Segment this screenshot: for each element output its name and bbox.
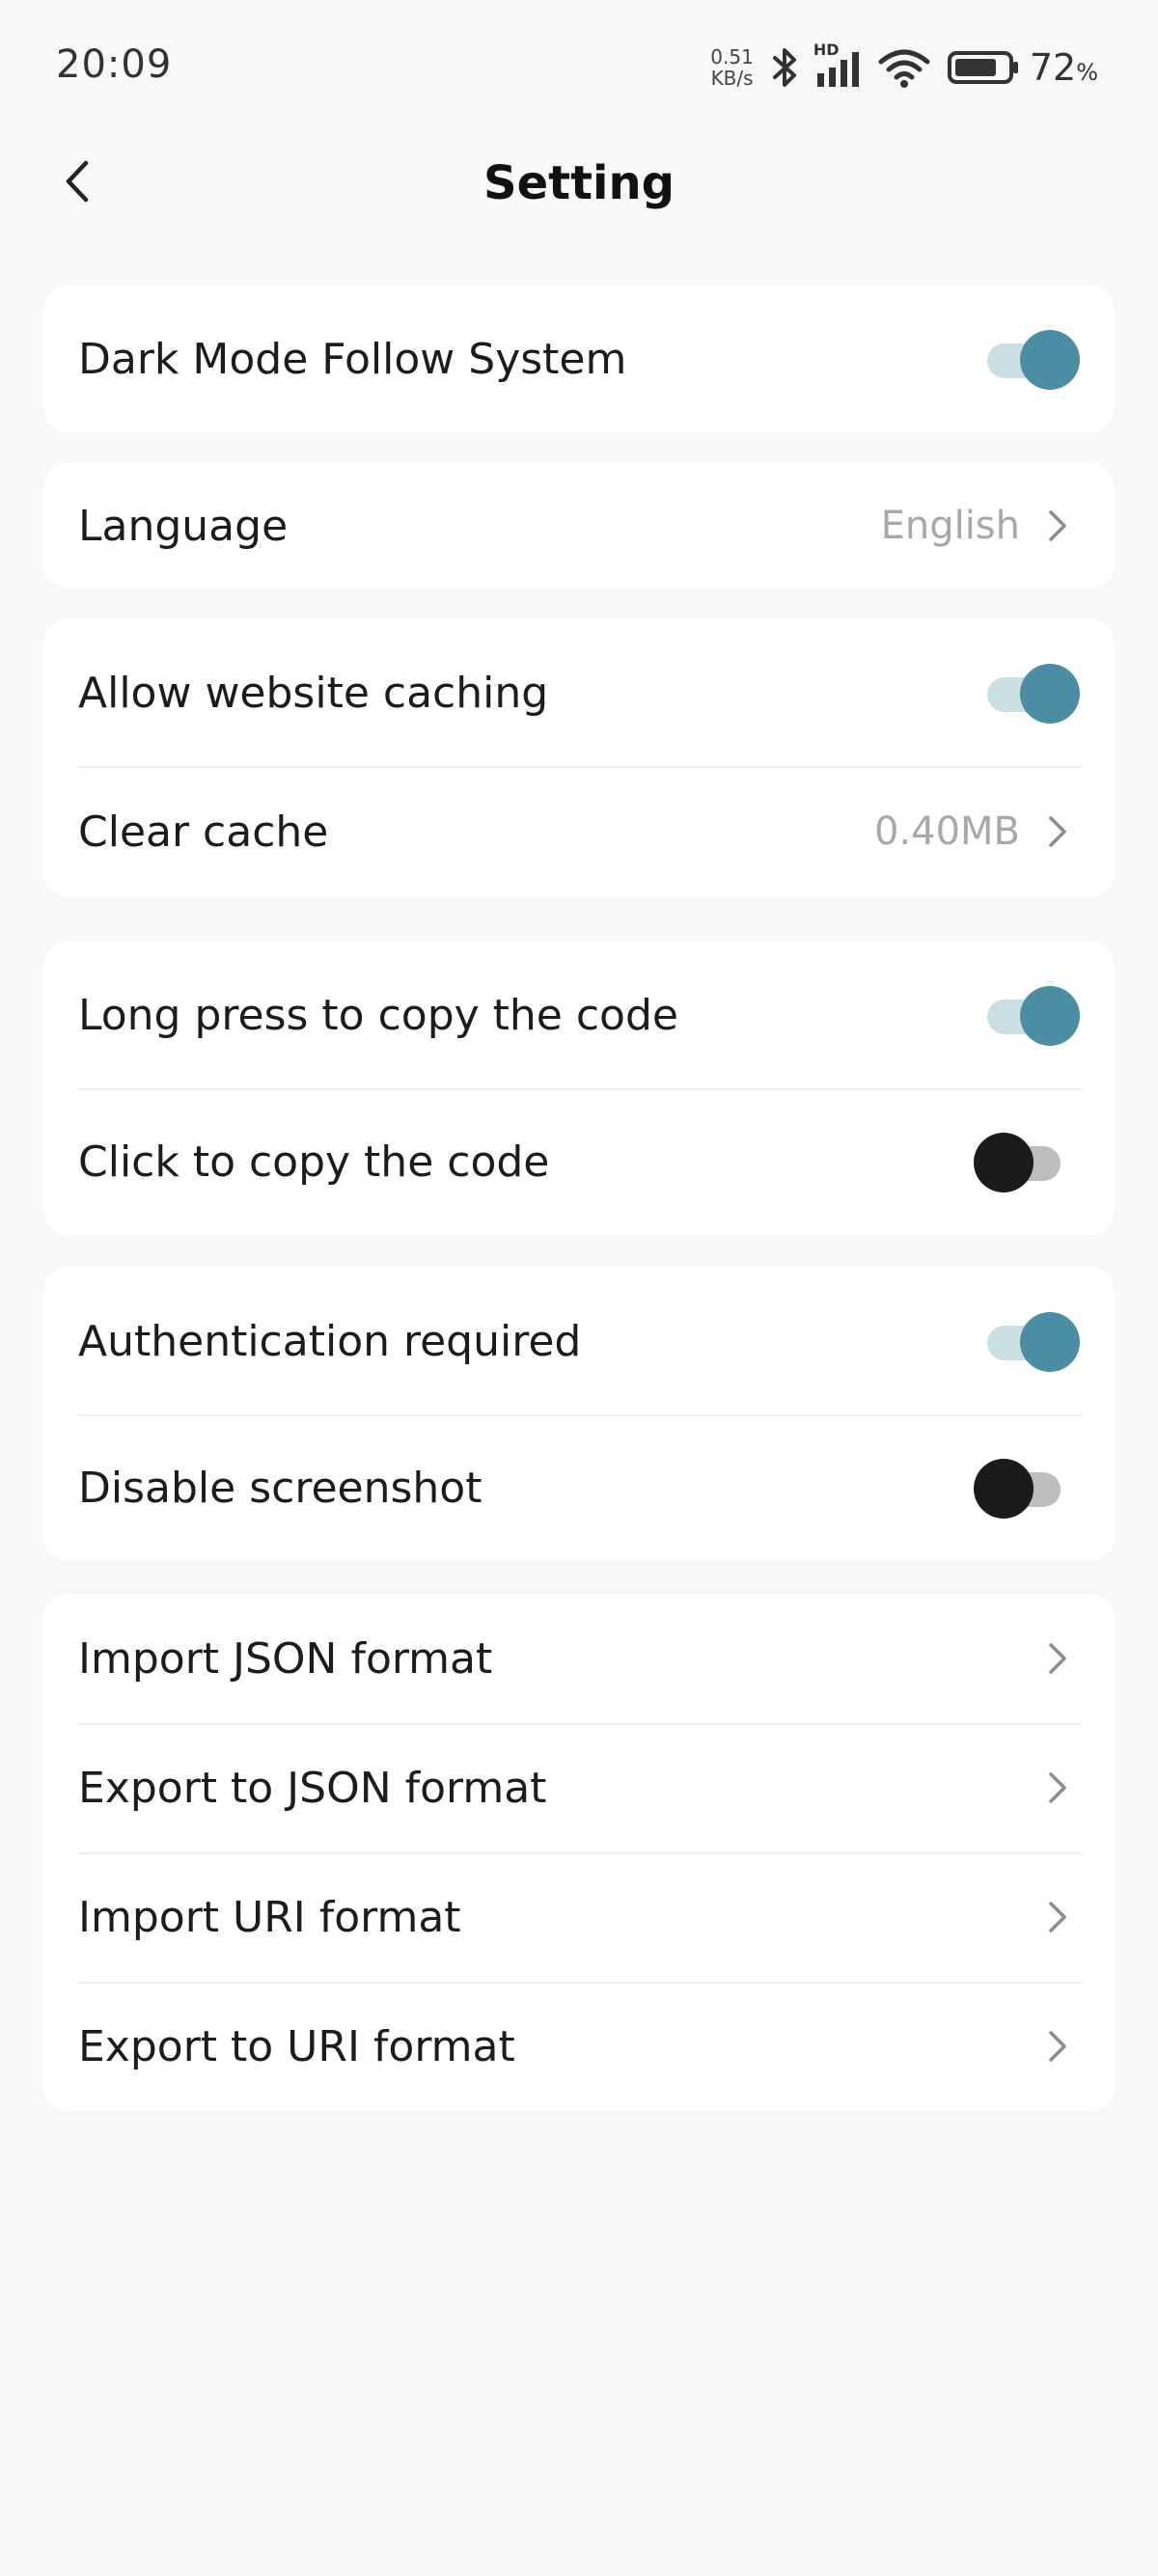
authentication-toggle[interactable] bbox=[979, 1310, 1080, 1372]
toggle-knob bbox=[1020, 1312, 1080, 1372]
dark-mode-row: Dark Mode Follow System bbox=[43, 286, 1115, 432]
chevron-right-icon bbox=[1043, 1898, 1072, 1936]
export-json-row[interactable]: Export to JSON format bbox=[43, 1723, 1115, 1852]
export-uri-label: Export to URI format bbox=[78, 2021, 515, 2071]
long-press-copy-row: Long press to copy the code bbox=[43, 942, 1115, 1088]
import-export-card: Import JSON format Export to JSON format… bbox=[43, 1594, 1115, 2111]
cache-card: Allow website caching Clear cache 0.40MB bbox=[43, 619, 1115, 897]
export-uri-row[interactable]: Export to URI format bbox=[43, 1982, 1115, 2111]
import-uri-row[interactable]: Import URI format bbox=[43, 1852, 1115, 1982]
bluetooth-icon bbox=[765, 44, 804, 91]
dark-mode-toggle[interactable] bbox=[979, 328, 1080, 390]
battery-value: 72 bbox=[1029, 46, 1077, 89]
click-copy-toggle[interactable] bbox=[974, 1131, 1080, 1192]
language-value: English bbox=[880, 504, 1020, 548]
status-icons: 0.51 KB/s HD 72% bbox=[710, 39, 1098, 96]
dark-mode-card: Dark Mode Follow System bbox=[43, 286, 1115, 432]
battery-icon bbox=[947, 48, 1020, 87]
long-press-copy-label: Long press to copy the code bbox=[78, 990, 678, 1040]
page-title: Setting bbox=[483, 156, 675, 210]
long-press-copy-toggle[interactable] bbox=[979, 984, 1080, 1046]
import-uri-label: Import URI format bbox=[78, 1892, 461, 1942]
disable-screenshot-label: Disable screenshot bbox=[78, 1463, 482, 1513]
network-speed-unit: KB/s bbox=[710, 67, 754, 90]
security-card: Authentication required Disable screensh… bbox=[43, 1268, 1115, 1561]
clear-cache-label: Clear cache bbox=[78, 807, 329, 857]
toggle-knob bbox=[974, 1133, 1034, 1192]
network-speed-value: 0.51 bbox=[710, 45, 754, 69]
import-json-label: Import JSON format bbox=[78, 1633, 493, 1684]
signal-icon: HD bbox=[813, 41, 868, 91]
chevron-right-icon bbox=[1043, 507, 1072, 545]
language-label: Language bbox=[78, 501, 289, 551]
click-copy-row: Click to copy the code bbox=[43, 1088, 1115, 1235]
battery-percentage: 72% bbox=[1030, 46, 1098, 89]
language-row[interactable]: Language English bbox=[43, 463, 1115, 589]
language-card: Language English bbox=[43, 463, 1115, 589]
toggle-knob bbox=[1020, 330, 1080, 390]
network-speed: 0.51 KB/s bbox=[710, 46, 754, 89]
export-json-label: Export to JSON format bbox=[78, 1763, 547, 1813]
cache-size-value: 0.40MB bbox=[873, 809, 1020, 854]
chevron-right-icon bbox=[1043, 812, 1072, 851]
import-json-row[interactable]: Import JSON format bbox=[43, 1594, 1115, 1723]
website-caching-row: Allow website caching bbox=[43, 619, 1115, 766]
wifi-icon bbox=[877, 44, 931, 91]
clear-cache-row[interactable]: Clear cache 0.40MB bbox=[43, 766, 1115, 897]
dark-mode-label: Dark Mode Follow System bbox=[78, 334, 627, 384]
battery-unit: % bbox=[1076, 59, 1098, 86]
chevron-right-icon bbox=[1043, 1639, 1072, 1678]
app-header: Setting bbox=[0, 135, 1158, 232]
disable-screenshot-toggle[interactable] bbox=[974, 1457, 1080, 1519]
disable-screenshot-row: Disable screenshot bbox=[43, 1414, 1115, 1561]
toggle-knob bbox=[1020, 986, 1080, 1046]
toggle-knob bbox=[1020, 664, 1080, 724]
status-time: 20:09 bbox=[56, 42, 173, 87]
authentication-row: Authentication required bbox=[43, 1268, 1115, 1414]
chevron-right-icon bbox=[1043, 1768, 1072, 1807]
click-copy-label: Click to copy the code bbox=[78, 1137, 550, 1187]
status-bar: 20:09 0.51 KB/s HD 72% bbox=[0, 0, 1158, 135]
copy-code-card: Long press to copy the code Click to cop… bbox=[43, 942, 1115, 1235]
toggle-knob bbox=[974, 1459, 1034, 1519]
chevron-right-icon bbox=[1043, 2027, 1072, 2066]
authentication-label: Authentication required bbox=[78, 1316, 582, 1366]
website-caching-toggle[interactable] bbox=[979, 662, 1080, 724]
hd-label: HD bbox=[813, 41, 840, 59]
website-caching-label: Allow website caching bbox=[78, 668, 549, 718]
